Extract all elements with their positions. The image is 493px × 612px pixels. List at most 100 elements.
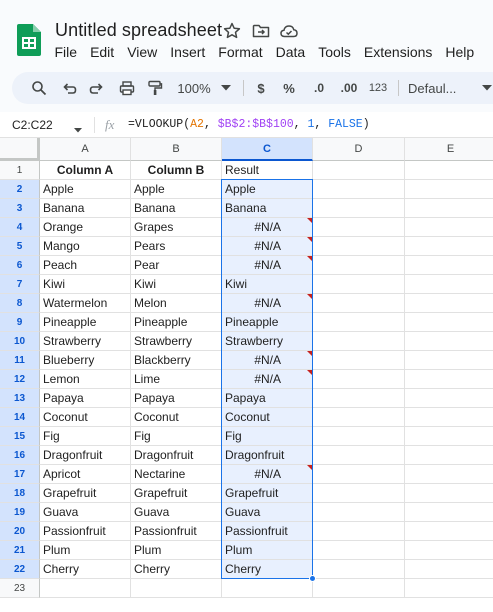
result-cell[interactable]: Apple xyxy=(222,180,313,199)
data-cell[interactable]: Mango xyxy=(40,237,131,256)
empty-cell[interactable] xyxy=(405,275,493,294)
percent-format-button[interactable]: % xyxy=(280,72,298,104)
fill-handle[interactable] xyxy=(309,575,316,582)
empty-cell[interactable] xyxy=(313,218,405,237)
increase-decimal-button[interactable]: .00 xyxy=(336,72,362,104)
empty-cell[interactable] xyxy=(405,484,493,503)
empty-cell[interactable] xyxy=(313,389,405,408)
star-icon[interactable] xyxy=(222,21,242,41)
data-cell[interactable]: Nectarine xyxy=(131,465,222,484)
result-cell[interactable]: Papaya xyxy=(222,389,313,408)
data-cell[interactable]: Dragonfruit xyxy=(40,446,131,465)
row-header[interactable]: 16 xyxy=(0,446,40,465)
data-cell[interactable]: Coconut xyxy=(131,408,222,427)
menu-insert[interactable]: Insert xyxy=(164,43,212,61)
row-header[interactable]: 18 xyxy=(0,484,40,503)
empty-cell[interactable] xyxy=(313,484,405,503)
search-menus-icon[interactable] xyxy=(28,72,50,104)
result-cell[interactable]: #N/A xyxy=(222,256,313,275)
empty-cell[interactable] xyxy=(313,408,405,427)
data-cell[interactable]: Lime xyxy=(131,370,222,389)
row-header[interactable]: 4 xyxy=(0,218,40,237)
row-header[interactable]: 11 xyxy=(0,351,40,370)
data-cell[interactable]: Dragonfruit xyxy=(131,446,222,465)
row-header[interactable]: 7 xyxy=(0,275,40,294)
empty-cell[interactable] xyxy=(313,503,405,522)
result-cell[interactable]: Kiwi xyxy=(222,275,313,294)
data-cell[interactable]: Blackberry xyxy=(131,351,222,370)
empty-cell[interactable] xyxy=(313,427,405,446)
move-folder-icon[interactable] xyxy=(251,21,271,41)
data-cell[interactable]: Grapefruit xyxy=(40,484,131,503)
row-header[interactable]: 21 xyxy=(0,541,40,560)
empty-cell[interactable] xyxy=(405,351,493,370)
empty-cell[interactable] xyxy=(313,161,405,180)
empty-cell[interactable] xyxy=(313,199,405,218)
result-cell[interactable]: Grapefruit xyxy=(222,484,313,503)
result-cell[interactable]: #N/A xyxy=(222,351,313,370)
more-formats-button[interactable]: 123 xyxy=(366,72,390,104)
result-cell[interactable]: Banana xyxy=(222,199,313,218)
row-header[interactable]: 1 xyxy=(0,161,40,180)
empty-cell[interactable] xyxy=(405,446,493,465)
data-cell[interactable]: Banana xyxy=(40,199,131,218)
row-header[interactable]: 9 xyxy=(0,313,40,332)
empty-cell[interactable] xyxy=(405,503,493,522)
error-indicator-icon[interactable] xyxy=(307,256,312,261)
data-cell[interactable]: Grapes xyxy=(131,218,222,237)
error-indicator-icon[interactable] xyxy=(307,370,312,375)
empty-cell[interactable] xyxy=(405,465,493,484)
data-cell[interactable]: Passionfruit xyxy=(40,522,131,541)
data-cell[interactable]: Watermelon xyxy=(40,294,131,313)
zoom-value[interactable]: 100% xyxy=(174,72,214,104)
header-cell[interactable]: Result xyxy=(222,161,313,180)
error-indicator-icon[interactable] xyxy=(307,237,312,242)
column-header-b[interactable]: B xyxy=(131,138,222,161)
zoom-dropdown-icon[interactable] xyxy=(218,72,234,104)
empty-cell[interactable] xyxy=(405,332,493,351)
data-cell[interactable]: Coconut xyxy=(40,408,131,427)
empty-cell[interactable] xyxy=(405,579,493,598)
font-dropdown-icon[interactable] xyxy=(480,72,493,104)
data-cell[interactable]: Strawberry xyxy=(131,332,222,351)
result-cell[interactable]: #N/A xyxy=(222,218,313,237)
decrease-decimal-button[interactable]: .0 xyxy=(308,72,330,104)
row-header[interactable]: 17 xyxy=(0,465,40,484)
empty-cell[interactable] xyxy=(222,579,313,598)
empty-cell[interactable] xyxy=(313,351,405,370)
data-cell[interactable]: Banana xyxy=(131,199,222,218)
empty-cell[interactable] xyxy=(313,370,405,389)
empty-cell[interactable] xyxy=(405,237,493,256)
row-header[interactable]: 5 xyxy=(0,237,40,256)
data-cell[interactable]: Guava xyxy=(131,503,222,522)
name-box-dropdown-icon[interactable] xyxy=(74,120,82,138)
empty-cell[interactable] xyxy=(405,180,493,199)
data-cell[interactable]: Kiwi xyxy=(40,275,131,294)
data-cell[interactable]: Melon xyxy=(131,294,222,313)
row-header[interactable]: 15 xyxy=(0,427,40,446)
data-cell[interactable]: Passionfruit xyxy=(131,522,222,541)
data-cell[interactable]: Guava xyxy=(40,503,131,522)
empty-cell[interactable] xyxy=(313,313,405,332)
row-header[interactable]: 14 xyxy=(0,408,40,427)
data-cell[interactable]: Pineapple xyxy=(131,313,222,332)
empty-cell[interactable] xyxy=(405,294,493,313)
empty-cell[interactable] xyxy=(313,256,405,275)
empty-cell[interactable] xyxy=(313,294,405,313)
data-cell[interactable]: Apple xyxy=(40,180,131,199)
data-cell[interactable]: Plum xyxy=(131,541,222,560)
result-cell[interactable]: Fig xyxy=(222,427,313,446)
column-header-c[interactable]: C xyxy=(222,138,313,161)
error-indicator-icon[interactable] xyxy=(307,294,312,299)
font-family-select[interactable]: Defaul... xyxy=(408,72,470,104)
empty-cell[interactable] xyxy=(405,313,493,332)
menu-tools[interactable]: Tools xyxy=(312,43,358,61)
data-cell[interactable]: Papaya xyxy=(40,389,131,408)
empty-cell[interactable] xyxy=(405,427,493,446)
empty-cell[interactable] xyxy=(405,199,493,218)
redo-icon[interactable] xyxy=(86,72,108,104)
empty-cell[interactable] xyxy=(313,446,405,465)
undo-icon[interactable] xyxy=(58,72,80,104)
empty-cell[interactable] xyxy=(313,237,405,256)
menu-view[interactable]: View xyxy=(121,43,164,61)
